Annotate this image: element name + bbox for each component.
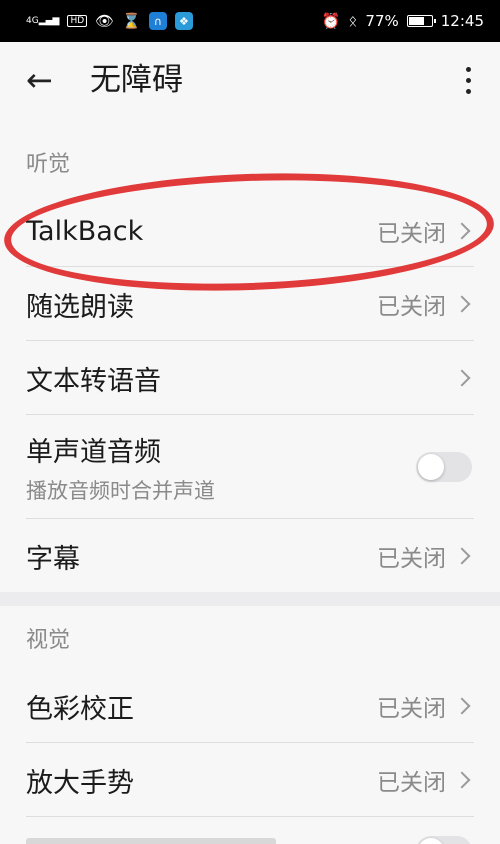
hourglass-icon: ⌛ <box>122 12 141 30</box>
app-bar: ← 无障碍 <box>0 42 500 122</box>
partial-row[interactable] <box>0 818 500 844</box>
bluetooth-icon: ᛟ <box>348 12 358 30</box>
mono-audio-subtitle: 播放音频时合并声道 <box>26 478 215 503</box>
battery-percent: 77% <box>365 12 399 30</box>
section-label-vision: 视觉 <box>26 628 71 653</box>
signal-icon: 4G ▂▄▆ <box>26 15 60 26</box>
app2-icon: ❖ <box>174 12 193 30</box>
partial-label-placeholder <box>26 838 276 844</box>
section-label-hearing: 听觉 <box>26 152 71 177</box>
toggle-knob <box>418 454 444 480</box>
page-title: 无障碍 <box>90 62 183 98</box>
mono-audio-toggle[interactable] <box>416 452 472 482</box>
select-to-speak-label: 随选朗读 <box>26 291 134 323</box>
captions-row[interactable]: 字幕 已关闭 <box>0 520 500 592</box>
back-arrow-icon[interactable]: ← <box>26 60 53 100</box>
chevron-right-icon <box>453 369 471 387</box>
mono-audio-text: 单声道音频 播放音频时合并声道 <box>26 430 215 505</box>
magnification-status: 已关闭 <box>377 770 446 796</box>
divider <box>26 266 474 267</box>
color-correction-status: 已关闭 <box>377 696 446 722</box>
magnification-row[interactable]: 放大手势 已关闭 <box>0 744 500 816</box>
chevron-right-icon <box>453 697 471 715</box>
tts-label: 文本转语音 <box>26 365 161 397</box>
divider <box>26 816 474 817</box>
magnification-label: 放大手势 <box>26 767 134 799</box>
divider <box>26 414 474 415</box>
status-bar: 4G ▂▄▆ HD 👁 ⌛ ∩ ❖ ⏰ ᛟ 77% 12:45 <box>0 0 500 42</box>
talkback-label: TalkBack <box>26 215 144 247</box>
color-correction-label: 色彩校正 <box>26 693 134 725</box>
partial-toggle[interactable] <box>416 836 472 844</box>
mono-audio-label: 单声道音频 <box>26 436 161 468</box>
divider <box>26 518 474 519</box>
captions-label: 字幕 <box>26 543 80 575</box>
hd-icon: HD <box>67 15 88 27</box>
eye-icon: 👁 <box>95 12 115 30</box>
battery-icon <box>406 15 436 27</box>
chevron-right-icon <box>453 295 471 313</box>
toggle-knob <box>418 838 444 844</box>
chevron-right-icon <box>453 547 471 565</box>
divider <box>26 742 474 743</box>
color-correction-row[interactable]: 色彩校正 已关闭 <box>0 670 500 742</box>
chevron-right-icon <box>453 222 471 240</box>
app-icon: ∩ <box>148 12 167 30</box>
clock: 12:45 <box>440 12 484 30</box>
mono-audio-row[interactable]: 单声道音频 播放音频时合并声道 <box>0 416 500 518</box>
talkback-row[interactable]: TalkBack 已关闭 <box>0 196 500 266</box>
select-to-speak-status: 已关闭 <box>377 294 446 320</box>
more-options-icon[interactable] <box>458 58 478 102</box>
tts-row[interactable]: 文本转语音 <box>0 342 500 414</box>
talkback-status: 已关闭 <box>377 221 446 247</box>
divider <box>26 340 474 341</box>
chevron-right-icon <box>453 771 471 789</box>
select-to-speak-row[interactable]: 随选朗读 已关闭 <box>0 268 500 340</box>
alarm-icon: ⏰ <box>321 12 341 30</box>
section-spacer <box>0 592 500 606</box>
captions-status: 已关闭 <box>377 546 446 572</box>
